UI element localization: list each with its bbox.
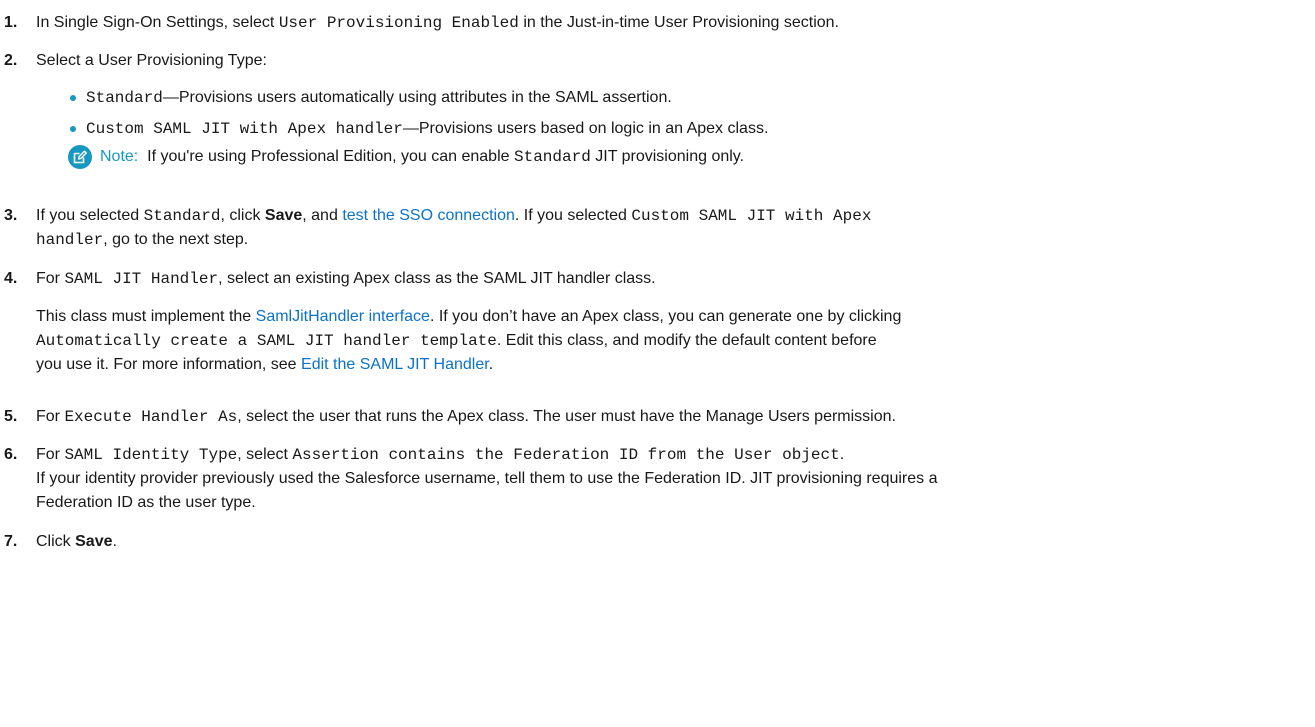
ui-value: SAML JIT Handler	[64, 270, 219, 288]
step-7: 7. Click Save.	[0, 530, 1305, 554]
step-2: 2. Select a User Provisioning Type:	[0, 49, 1305, 73]
samljithandler-interface-link[interactable]: SamlJitHandler interface	[256, 308, 430, 325]
ui-value: SAML Identity Type	[64, 446, 238, 464]
text: For	[36, 446, 60, 463]
text: —Provisions users automatically using at…	[162, 89, 672, 106]
text: For	[36, 408, 60, 425]
save-label: Save	[264, 207, 303, 224]
step-number: 7.	[4, 533, 18, 550]
procedure-document: 1. In Single Sign-On Settings, select Us…	[0, 0, 1315, 727]
step-number: 4.	[4, 270, 18, 287]
text: . If you selected	[514, 207, 627, 224]
bullet-dot	[70, 95, 76, 101]
text: In Single Sign-On Settings, select	[36, 14, 275, 31]
text: JIT provisioning only.	[595, 148, 745, 165]
step-text: For SAML Identity Type, select Assertion…	[36, 443, 1305, 467]
step-3: 3. If you selected Standard, click Save,…	[0, 204, 1305, 252]
text: This class must implement the	[36, 308, 252, 325]
text: , select the user that runs the Apex cla…	[237, 408, 896, 425]
text: . Edit this class, and modify the defaul…	[496, 332, 877, 349]
edit-note-icon	[68, 145, 92, 169]
text: .	[112, 533, 117, 550]
text: , and	[302, 207, 338, 224]
text: , select an existing Apex class as the S…	[218, 270, 656, 287]
step-text: Click Save.	[36, 530, 1305, 554]
ui-value: Custom SAML JIT with Apex handler	[86, 120, 403, 138]
text: For	[36, 270, 60, 287]
text: .	[839, 446, 845, 463]
save-label: Save	[75, 533, 113, 550]
text: , click	[220, 207, 261, 224]
step-1: 1. In Single Sign-On Settings, select Us…	[0, 11, 1305, 35]
step-4: 4. For SAML JIT Handler, select an exist…	[0, 267, 1305, 291]
step-number: 2.	[4, 52, 18, 69]
step-6: 6. For SAML Identity Type, select Assert…	[0, 443, 1305, 467]
ui-value: Automatically create a SAML JIT handler …	[36, 332, 497, 350]
text: . If you don’t have an Apex class, you c…	[429, 308, 902, 325]
step-text: For Execute Handler As, select the user …	[36, 405, 1305, 429]
step-text: Select a User Provisioning Type:	[36, 52, 267, 69]
bullet-dot	[70, 126, 76, 132]
text: Click	[36, 533, 71, 550]
text: If your identity provider previously use…	[36, 470, 938, 487]
text: you use it. For more information, see	[36, 356, 297, 373]
step-4-detail: This class must implement the SamlJitHan…	[36, 305, 1305, 377]
step-6-detail: If your identity provider previously use…	[36, 467, 1305, 515]
note-label: Note:	[100, 148, 139, 165]
text: Federation ID as the user type.	[36, 494, 256, 511]
edit-saml-jit-handler-link[interactable]: Edit the SAML JIT Handler	[301, 356, 489, 373]
text: , go to the next step.	[103, 231, 249, 248]
ui-value: Execute Handler As	[64, 408, 238, 426]
text: If you selected	[36, 207, 140, 224]
step-number: 6.	[4, 446, 18, 463]
text: —Provisions users based on logic in an A…	[402, 120, 769, 137]
step-text: For SAML JIT Handler, select an existing…	[36, 267, 1305, 291]
text: , select	[237, 446, 288, 463]
ui-value: Custom SAML JIT with Apex	[631, 207, 872, 225]
ui-value: handler	[36, 231, 104, 249]
step-number: 3.	[4, 207, 18, 224]
ui-value: Standard	[513, 148, 591, 166]
step-text: In Single Sign-On Settings, select User …	[36, 11, 1305, 35]
ui-value: Standard	[86, 89, 163, 107]
step-5: 5. For Execute Handler As, select the us…	[0, 405, 1305, 429]
ui-value: User Provisioning Enabled	[278, 14, 519, 32]
ui-value: Assertion contains the Federation ID fro…	[292, 446, 840, 464]
ui-value: Standard	[143, 207, 221, 225]
text: .	[488, 356, 494, 373]
step-number: 1.	[4, 14, 18, 31]
step-text: If you selected Standard, click Save, an…	[36, 204, 1305, 252]
test-sso-connection-link[interactable]: test the SSO connection	[342, 207, 515, 224]
text: If you're using Professional Edition, yo…	[147, 148, 510, 165]
step-number: 5.	[4, 408, 18, 425]
text: in the Just-in-time User Provisioning se…	[523, 14, 839, 31]
